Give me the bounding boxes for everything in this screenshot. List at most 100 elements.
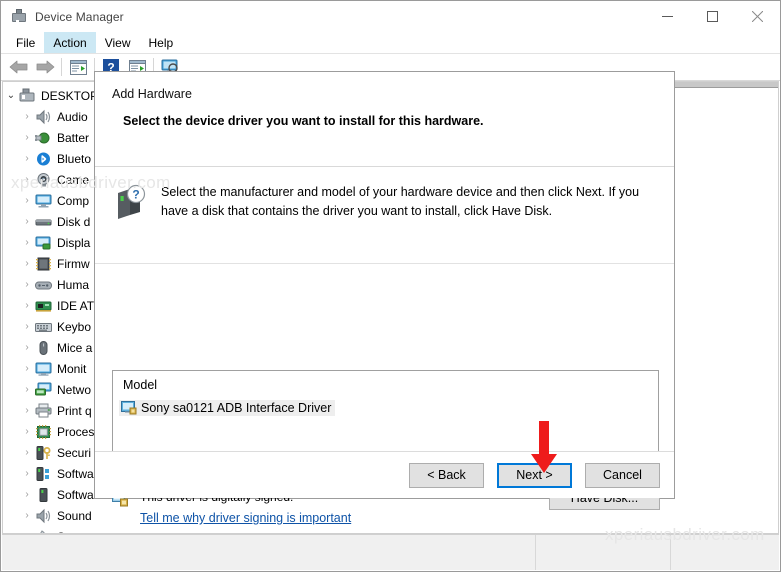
instruction-block: ? Select the manufacturer and model of y…: [112, 183, 660, 223]
network-adapter-icon: [35, 382, 52, 398]
tree-item-label: Mice a: [57, 340, 93, 355]
computer-root-icon: [19, 88, 36, 104]
model-item-label: Sony sa0121 ADB Interface Driver: [141, 401, 332, 415]
chevron-right-icon[interactable]: ›: [19, 489, 35, 500]
tree-item-label: Displa: [57, 235, 91, 250]
menu-file[interactable]: File: [7, 32, 44, 53]
back-button[interactable]: < Back: [409, 462, 484, 488]
device-manager-icon: [11, 8, 27, 25]
chevron-right-icon[interactable]: ›: [19, 321, 35, 332]
menu-view[interactable]: View: [96, 32, 140, 53]
device-manager-window: Device Manager File Action View Help ? ⌄…: [0, 0, 781, 572]
tree-item-label: Disk d: [57, 214, 91, 229]
back-icon[interactable]: [6, 55, 32, 79]
driver-signing-link[interactable]: Tell me why driver signing is important: [140, 511, 351, 525]
chevron-right-icon[interactable]: ›: [19, 111, 35, 122]
tree-item-label: Softwa: [57, 487, 94, 502]
processor-icon: [35, 424, 52, 440]
statusbar: [2, 534, 779, 570]
driver-icon: [121, 401, 137, 415]
printer-icon: [35, 403, 52, 419]
tree-item-label: Audio: [57, 109, 88, 124]
tree-item-label: Huma: [57, 277, 90, 292]
close-icon[interactable]: [735, 1, 780, 32]
details-pane: [668, 81, 779, 534]
model-column-header: Model: [123, 378, 158, 392]
monitor-icon: [35, 361, 52, 377]
display-adapter-icon: [35, 235, 52, 251]
menu-action[interactable]: Action: [44, 32, 96, 53]
chevron-right-icon[interactable]: ›: [19, 153, 35, 164]
maximize-icon[interactable]: [690, 1, 735, 32]
tree-item-label: Softwa: [57, 466, 94, 481]
tree-item-label: Came: [57, 172, 90, 187]
chevron-right-icon[interactable]: ›: [19, 237, 35, 248]
menu-help[interactable]: Help: [140, 32, 183, 53]
pane-header-bar: [668, 82, 778, 88]
minimize-icon[interactable]: [645, 1, 690, 32]
statusbar-cell-3: [671, 535, 779, 570]
camera-icon: [35, 172, 52, 188]
hid-icon: [35, 277, 52, 293]
tree-item-label: Netwo: [57, 382, 92, 397]
hardware-question-icon: ?: [112, 183, 148, 223]
statusbar-cell-main: [2, 535, 536, 570]
tree-item-label: Blueto: [57, 151, 92, 166]
forward-icon[interactable]: [32, 55, 58, 79]
disk-drive-icon: [35, 214, 52, 230]
dialog-title: Add Hardware: [112, 87, 192, 101]
chevron-right-icon[interactable]: ›: [19, 468, 35, 479]
mouse-icon: [35, 340, 52, 356]
ide-controller-icon: [35, 298, 52, 314]
cancel-button[interactable]: Cancel: [585, 462, 660, 488]
tree-item-storage-controllers[interactable]: › Storag: [3, 526, 668, 533]
software-component-icon: [35, 466, 52, 482]
sound-icon: [35, 508, 52, 524]
keyboard-icon: [35, 319, 52, 335]
tree-item-label: Keybo: [57, 319, 92, 334]
software-device-icon: [35, 487, 52, 503]
statusbar-cell-2: [536, 535, 671, 570]
svg-text:?: ?: [132, 188, 139, 202]
chevron-right-icon[interactable]: ›: [19, 342, 35, 353]
chevron-right-icon[interactable]: ›: [19, 510, 35, 521]
tree-item-label: Monit: [57, 361, 87, 376]
instruction-text: Select the manufacturer and model of you…: [161, 185, 640, 218]
window-title: Device Manager: [35, 9, 124, 24]
chevron-right-icon[interactable]: ›: [19, 279, 35, 290]
red-arrow-annotation-icon: [530, 421, 558, 478]
security-device-icon: [35, 445, 52, 461]
tree-item-label: Firmw: [57, 256, 90, 271]
window-controls: [645, 1, 780, 32]
properties-icon[interactable]: [65, 55, 91, 79]
tree-root-label: DESKTOP-: [41, 88, 103, 103]
tree-item-label: Sound: [57, 508, 92, 523]
chevron-right-icon[interactable]: ›: [19, 174, 35, 185]
dialog-heading: Select the device driver you want to ins…: [123, 114, 484, 128]
chevron-right-icon[interactable]: ›: [19, 405, 35, 416]
dialog-body: ? Select the manufacturer and model of y…: [95, 167, 674, 525]
speaker-icon: [35, 109, 52, 125]
model-list-item[interactable]: Sony sa0121 ADB Interface Driver: [119, 400, 336, 416]
chevron-right-icon[interactable]: ›: [19, 258, 35, 269]
tree-item-label: Comp: [57, 193, 90, 208]
chevron-right-icon[interactable]: ›: [19, 384, 35, 395]
chevron-right-icon[interactable]: ›: [19, 195, 35, 206]
chevron-right-icon[interactable]: ›: [19, 426, 35, 437]
chevron-right-icon[interactable]: ›: [19, 216, 35, 227]
tree-item-label: IDE AT: [57, 298, 95, 313]
bluetooth-icon: [35, 151, 52, 167]
tree-item-label: Securi: [57, 445, 92, 460]
chevron-right-icon[interactable]: ›: [19, 300, 35, 311]
chevron-down-icon[interactable]: ⌄: [3, 90, 19, 101]
tree-item-label: Batter: [57, 130, 90, 145]
toolbar-divider-1: [61, 58, 62, 76]
computer-icon: [35, 193, 52, 209]
dialog-header: Add Hardware Select the device driver yo…: [95, 72, 674, 167]
dialog-footer: < Back Next > Cancel: [95, 451, 674, 498]
battery-icon: [35, 130, 52, 146]
chevron-right-icon[interactable]: ›: [19, 447, 35, 458]
chevron-right-icon[interactable]: ›: [19, 132, 35, 143]
chevron-right-icon[interactable]: ›: [19, 363, 35, 374]
firmware-icon: [35, 256, 52, 272]
